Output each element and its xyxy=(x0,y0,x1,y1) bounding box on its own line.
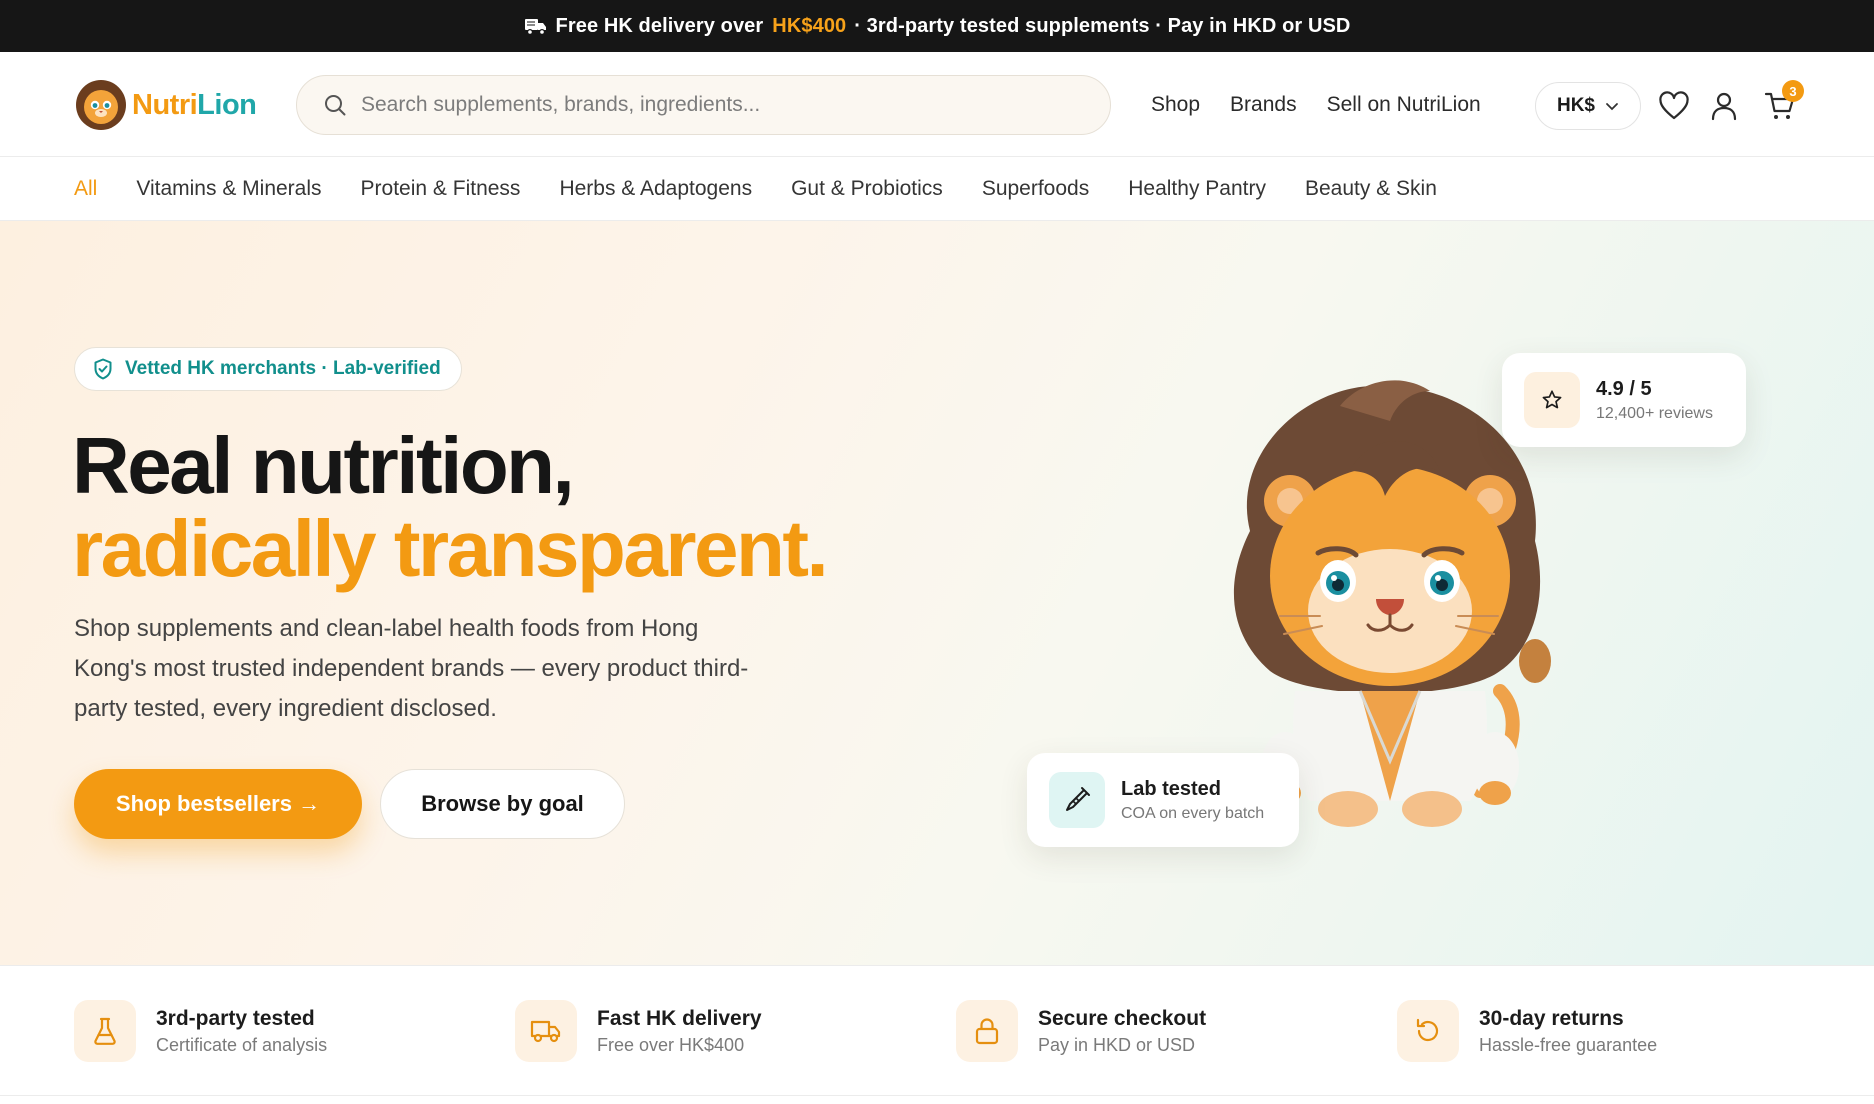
feature-item: 3rd-party tested Certificate of analysis xyxy=(74,1000,327,1062)
chevron-down-icon xyxy=(1605,101,1619,111)
trust-badge: Vetted HK merchants · Lab-verified xyxy=(74,347,462,391)
feature-subtitle: Hassle-free guarantee xyxy=(1479,1034,1658,1055)
nav-link-shop[interactable]: Shop xyxy=(1151,93,1200,117)
announcement-suffix: · 3rd-party tested supplements · Pay in … xyxy=(854,14,1351,37)
flask-icon xyxy=(74,1000,136,1062)
site-header: NutriLion Shop Brands Sell on NutriLion … xyxy=(0,52,1874,157)
truck-icon xyxy=(515,1000,577,1062)
account-button[interactable] xyxy=(1706,88,1742,124)
category-gut-probiotics[interactable]: Gut & Probiotics xyxy=(791,177,943,201)
test-tube-icon xyxy=(1049,772,1105,828)
rating-card: 4.9 / 5 12,400+ reviews xyxy=(1502,353,1746,447)
wishlist-button[interactable] xyxy=(1656,88,1692,124)
category-all[interactable]: All xyxy=(74,177,97,201)
browse-by-goal-button[interactable]: Browse by goal xyxy=(380,769,625,839)
hero-headline-line1: Real nutrition, xyxy=(72,421,575,510)
feature-title: 30-day returns xyxy=(1479,1006,1624,1030)
lab-tested-subtitle: COA on every batch xyxy=(1121,804,1265,822)
logo-text: NutriLion xyxy=(132,88,257,121)
category-nav: All Vitamins & Minerals Protein & Fitnes… xyxy=(0,157,1874,221)
hero-headline-line2: radically transparent. xyxy=(72,504,829,593)
announcement-prefix: Free HK delivery over xyxy=(555,14,764,37)
nav-link-brands[interactable]: Brands xyxy=(1230,93,1297,117)
logo[interactable]: NutriLion xyxy=(74,78,257,132)
search-input[interactable] xyxy=(361,93,1101,117)
category-protein-fitness[interactable]: Protein & Fitness xyxy=(361,177,521,201)
nav-link-sell[interactable]: Sell on NutriLion xyxy=(1327,93,1481,117)
features-strip: 3rd-party tested Certificate of analysis… xyxy=(0,965,1874,1096)
feature-item: Fast HK delivery Free over HK$400 xyxy=(515,1000,762,1062)
category-beauty-skin[interactable]: Beauty & Skin xyxy=(1305,177,1437,201)
lab-tested-title: Lab tested xyxy=(1121,777,1222,800)
lock-icon xyxy=(956,1000,1018,1062)
announcement-highlight: HK$400 xyxy=(772,14,847,37)
feature-item: 30-day returns Hassle-free guarantee xyxy=(1397,1000,1657,1062)
feature-item: Secure checkout Pay in HKD or USD xyxy=(956,1000,1206,1062)
hero-subtitle: Shop supplements and clean-label health … xyxy=(74,615,749,722)
heart-icon xyxy=(1659,91,1689,120)
user-icon xyxy=(1711,92,1737,121)
feature-title: Fast HK delivery xyxy=(597,1006,762,1030)
feature-subtitle: Certificate of analysis xyxy=(156,1034,328,1055)
currency-selector[interactable]: HK$ xyxy=(1535,82,1641,130)
cart-button[interactable]: 3 xyxy=(1762,80,1804,124)
feature-title: Secure checkout xyxy=(1038,1006,1207,1030)
trust-badge-label: Vetted HK merchants · Lab-verified xyxy=(125,358,441,379)
lab-tested-card: Lab tested COA on every batch xyxy=(1027,753,1299,847)
feature-subtitle: Pay in HKD or USD xyxy=(1038,1034,1196,1055)
shop-bestsellers-button[interactable]: Shop bestsellers → xyxy=(74,769,362,839)
main-nav: Shop Brands Sell on NutriLion xyxy=(1151,52,1511,157)
shield-check-icon xyxy=(93,358,113,380)
feature-title: 3rd-party tested xyxy=(156,1006,315,1030)
rating-value: 4.9 / 5 xyxy=(1596,377,1652,400)
feature-subtitle: Free over HK$400 xyxy=(597,1034,745,1055)
category-herbs-adaptogens[interactable]: Herbs & Adaptogens xyxy=(559,177,752,201)
truck-icon xyxy=(524,16,548,36)
category-superfoods[interactable]: Superfoods xyxy=(982,177,1089,201)
return-icon xyxy=(1397,1000,1459,1062)
hero-section: Vetted HK merchants · Lab-verified Real … xyxy=(0,221,1874,965)
category-healthy-pantry[interactable]: Healthy Pantry xyxy=(1128,177,1266,201)
star-icon xyxy=(1524,372,1580,428)
search-bar[interactable] xyxy=(296,75,1111,135)
category-vitamins-minerals[interactable]: Vitamins & Minerals xyxy=(136,177,321,201)
currency-label: HK$ xyxy=(1556,95,1595,116)
lion-logo-icon xyxy=(76,80,126,130)
announcement-bar: Free HK delivery over HK$400 · 3rd-party… xyxy=(0,0,1874,52)
search-icon xyxy=(323,93,347,117)
rating-count: 12,400+ reviews xyxy=(1596,404,1713,422)
cart-count-badge: 3 xyxy=(1782,80,1804,102)
